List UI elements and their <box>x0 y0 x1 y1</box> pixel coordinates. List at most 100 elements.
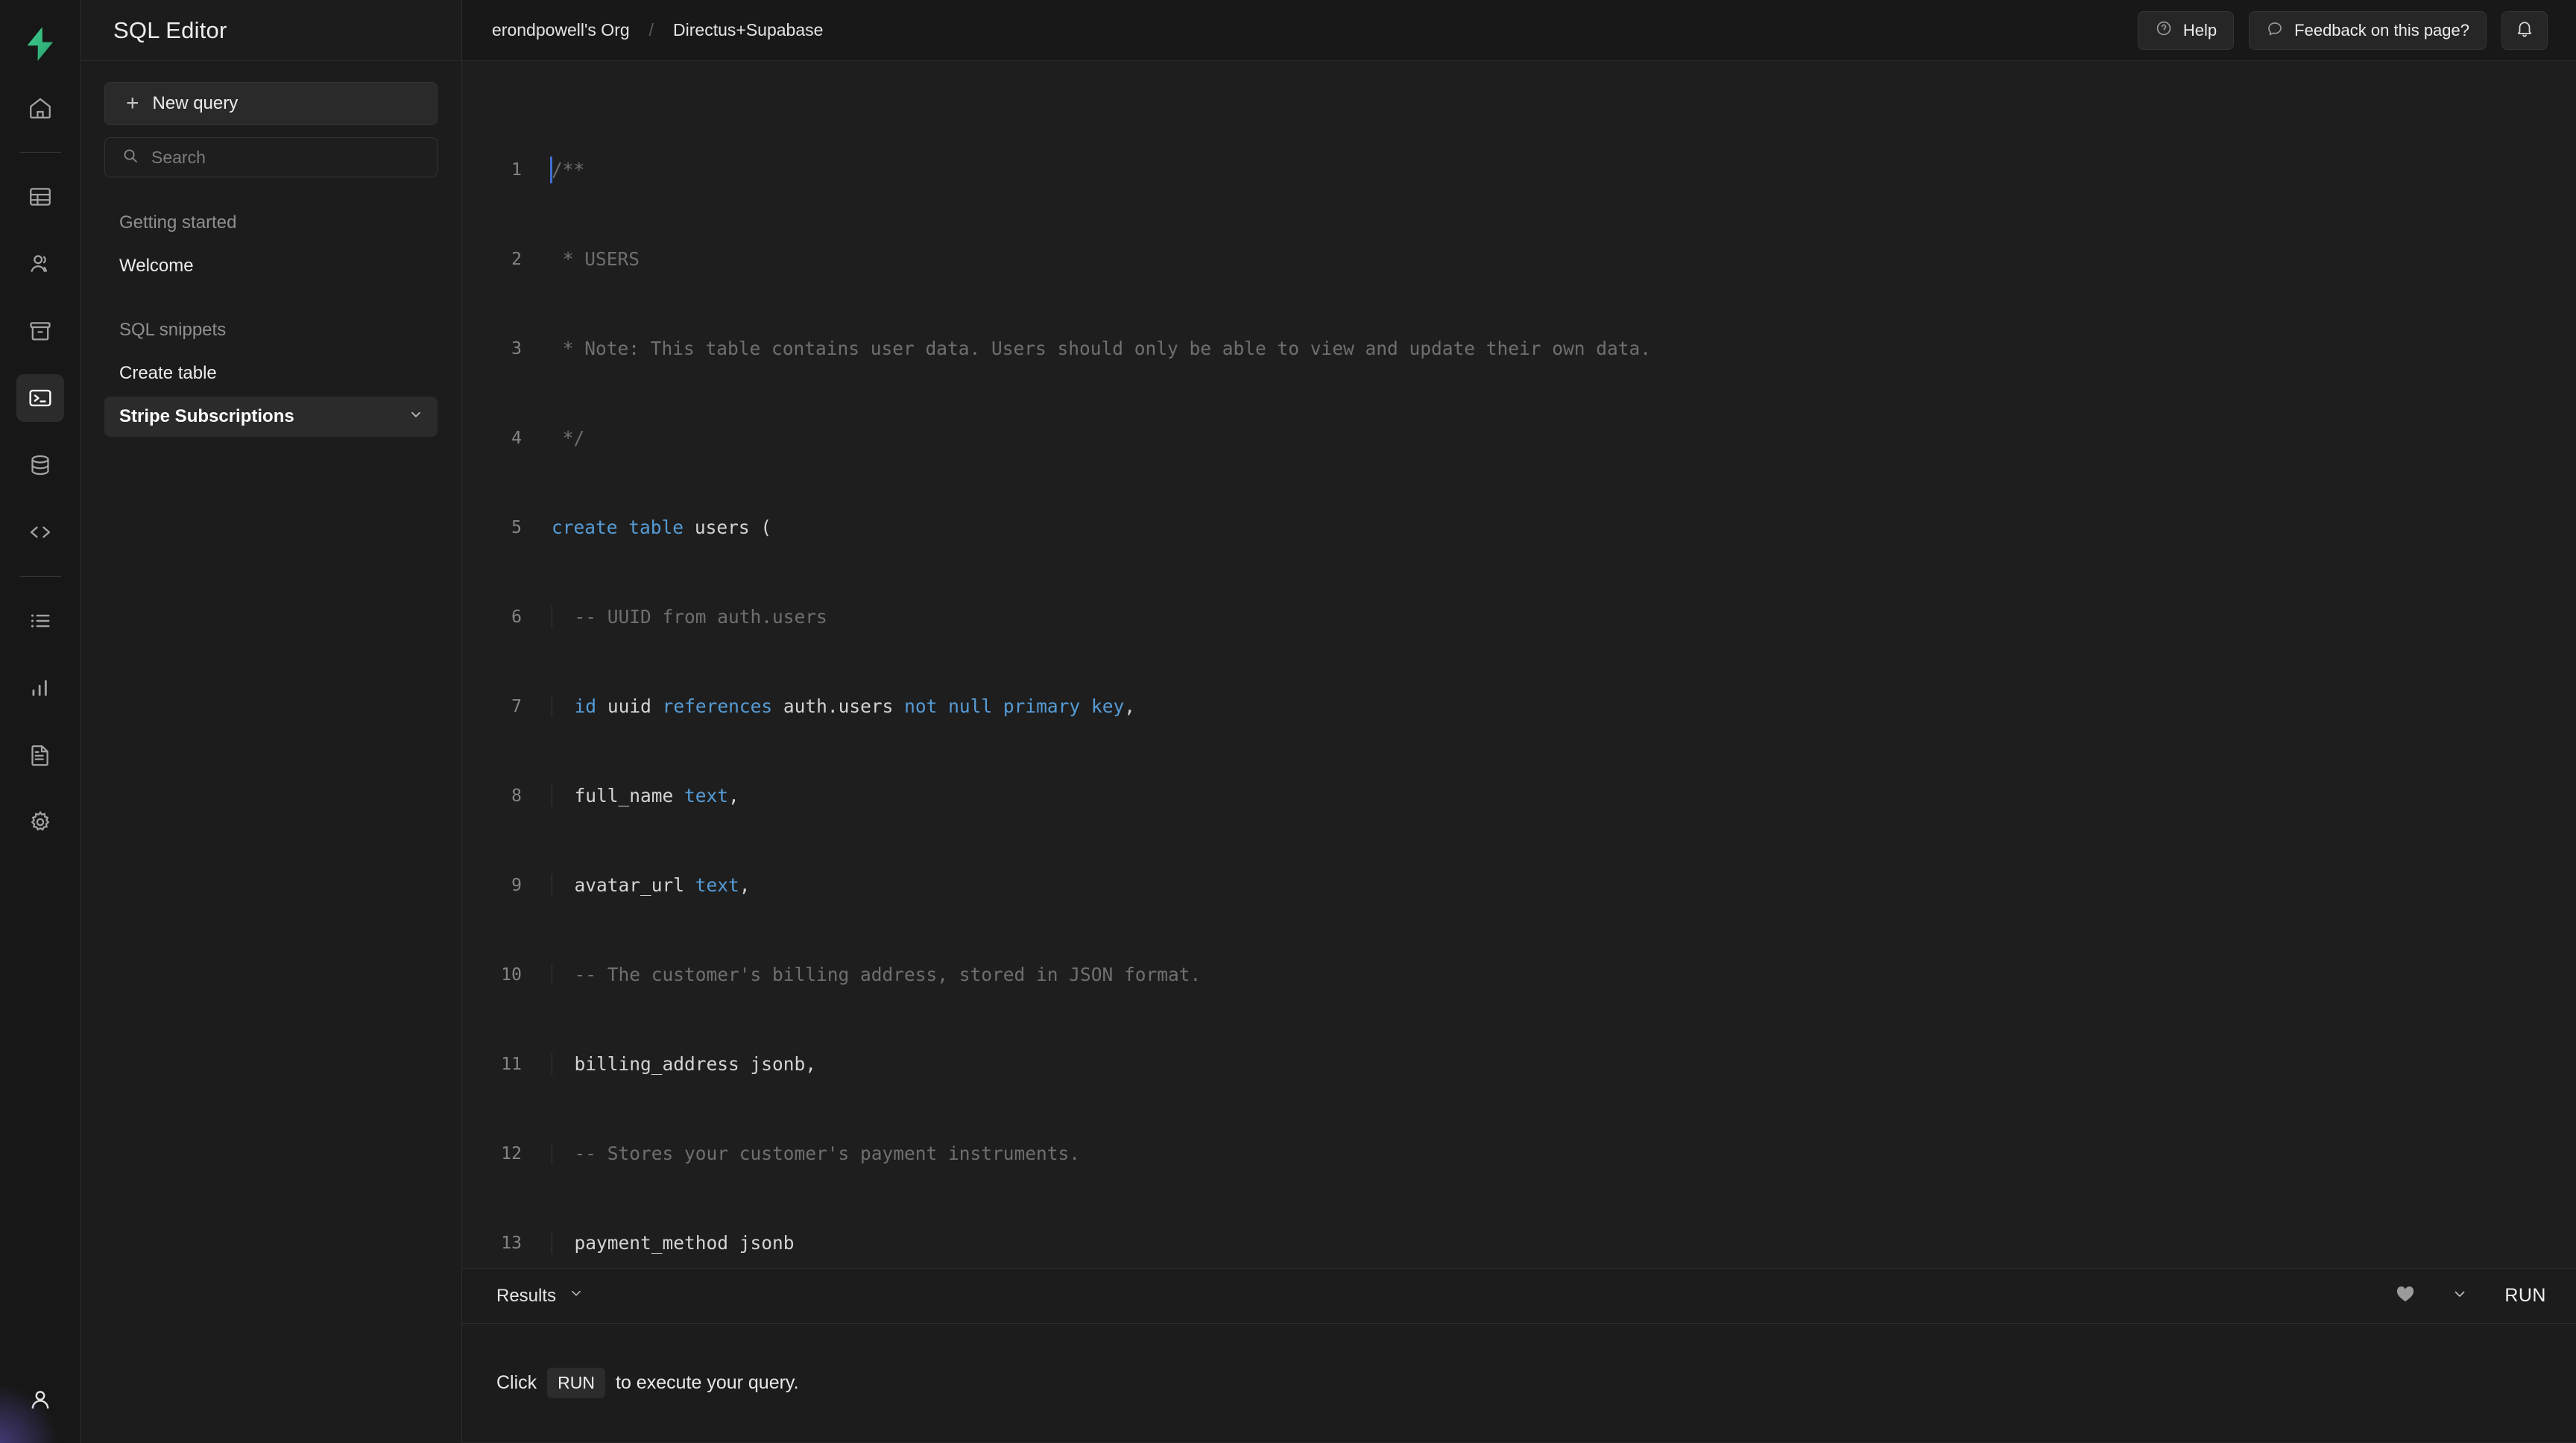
results-actions: RUN <box>2396 1285 2546 1307</box>
line-number: 2 <box>511 250 522 269</box>
rail-item-sql-editor[interactable] <box>16 374 64 422</box>
top-bar: erondpowell's Org / Directus+Supabase He… <box>462 0 2576 61</box>
search-placeholder: Search <box>151 147 206 167</box>
code-content: 1 /** 2 * USERS 3 * Note: This table cont… <box>462 61 2576 1268</box>
line-number: 5 <box>511 518 522 537</box>
line-number: 4 <box>511 429 522 448</box>
line-code: avatar_url text, <box>543 871 751 900</box>
sidebar-section-gap <box>104 289 438 310</box>
line-number: 8 <box>511 786 522 806</box>
code-line: 9 avatar_url text, <box>462 871 2576 900</box>
line-code: id uuid references auth.users not null p… <box>543 692 1135 722</box>
sidebar-item-create-table[interactable]: Create table <box>104 353 438 394</box>
code-line: 10 -- The customer's billing address, st… <box>462 960 2576 990</box>
code-line: 12 -- Stores your customer's payment ins… <box>462 1139 2576 1169</box>
rail-item-settings[interactable] <box>16 798 64 846</box>
feedback-button[interactable]: Feedback on this page? <box>2249 10 2487 50</box>
run-hint-suffix: to execute your query. <box>616 1372 799 1393</box>
code-line: 6 -- UUID from auth.users <box>462 602 2576 632</box>
rail-item-edge-functions[interactable] <box>16 597 64 645</box>
line-code: -- Stores your customer's payment instru… <box>543 1139 1080 1169</box>
main-area: erondpowell's Org / Directus+Supabase He… <box>462 0 2576 1443</box>
breadcrumb-org[interactable]: erondpowell's Org <box>492 20 630 40</box>
code-line: 8 full_name text, <box>462 781 2576 811</box>
notifications-button[interactable] <box>2501 10 2548 50</box>
rail-divider-top <box>19 152 61 153</box>
sidebar-item-label: Getting started <box>119 212 237 233</box>
rail-item-home[interactable] <box>16 84 64 132</box>
sidebar-item-getting-started[interactable]: Getting started <box>104 203 438 243</box>
run-options-chevron-down-icon[interactable] <box>2451 1285 2469 1307</box>
code-line: 4 */ <box>462 423 2576 453</box>
feedback-label: Feedback on this page? <box>2294 20 2469 40</box>
breadcrumb-project[interactable]: Directus+Supabase <box>673 20 823 40</box>
line-number: 13 <box>501 1234 522 1253</box>
chevron-down-icon[interactable] <box>568 1285 584 1307</box>
rail-divider-mid <box>19 576 61 577</box>
code-line: 7 id uuid references auth.users not null… <box>462 692 2576 722</box>
results-toggle[interactable]: Results <box>496 1285 584 1307</box>
rail-item-database[interactable] <box>16 441 64 489</box>
rail-item-reports[interactable] <box>16 664 64 712</box>
line-code: */ <box>552 427 585 449</box>
line-number: 6 <box>511 607 522 627</box>
rail-item-authentication[interactable] <box>16 240 64 288</box>
sidebar-item-sql-snippets[interactable]: SQL snippets <box>104 310 438 350</box>
code-line: 1 /** <box>462 155 2576 185</box>
line-number: 11 <box>501 1055 522 1074</box>
rail-item-account[interactable] <box>16 1376 64 1424</box>
line-code: full_name text, <box>543 781 739 811</box>
sql-code-editor[interactable]: 1 /** 2 * USERS 3 * Note: This table cont… <box>462 61 2576 1268</box>
code-line: 11 billing_address jsonb, <box>462 1049 2576 1079</box>
line-number: 3 <box>511 339 522 359</box>
plus-icon: + <box>126 91 139 116</box>
sidebar-item-label: Create table <box>119 363 217 383</box>
search-icon <box>121 147 139 168</box>
run-button[interactable]: RUN <box>2504 1285 2546 1307</box>
results-panel: Click RUN to execute your query. <box>462 1323 2576 1442</box>
sidebar-item-label: Welcome <box>119 256 194 276</box>
line-code: payment_method jsonb <box>543 1228 795 1258</box>
top-bar-actions: Help Feedback on this page? <box>2137 10 2548 50</box>
icon-rail <box>0 0 80 1443</box>
new-query-button[interactable]: + New query <box>104 82 438 125</box>
code-line: 3 * Note: This table contains user data.… <box>462 334 2576 364</box>
chevron-down-icon[interactable] <box>408 406 424 428</box>
sidebar-item-label: SQL snippets <box>119 320 227 340</box>
rail-item-api[interactable] <box>16 508 64 556</box>
breadcrumb-separator: / <box>648 20 654 40</box>
bell-icon <box>2515 19 2534 42</box>
line-number: 9 <box>511 876 522 895</box>
line-code: /** <box>543 155 584 185</box>
sidebar-item-label: Stripe Subscriptions <box>119 406 294 426</box>
rail-item-table-editor[interactable] <box>16 173 64 221</box>
breadcrumb: erondpowell's Org / Directus+Supabase <box>492 20 823 40</box>
line-number: 10 <box>501 965 522 985</box>
sidebar-item-stripe-subscriptions[interactable]: Stripe Subscriptions <box>104 397 438 437</box>
rail-item-logs[interactable] <box>16 731 64 779</box>
line-number: 7 <box>511 697 522 716</box>
page-title: SQL Editor <box>113 16 227 43</box>
code-line: 2 * USERS <box>462 244 2576 274</box>
line-code: create table users ( <box>552 517 772 538</box>
rail-item-storage[interactable] <box>16 307 64 355</box>
line-code: -- The customer's billing address, store… <box>543 960 1201 990</box>
sidebar-body: + New query Search Getting started Welco… <box>80 61 461 440</box>
help-label: Help <box>2182 20 2217 40</box>
new-query-label: New query <box>152 93 239 113</box>
heart-icon[interactable] <box>2396 1285 2415 1307</box>
run-hint-key: RUN <box>547 1368 606 1398</box>
sidebar-item-welcome[interactable]: Welcome <box>104 246 438 286</box>
line-code: billing_address jsonb, <box>543 1049 816 1079</box>
results-label: Results <box>496 1285 557 1306</box>
line-code: * Note: This table contains user data. U… <box>552 338 1652 359</box>
app-root: SQL Editor + New query Search Getting st… <box>0 0 2576 1443</box>
code-line: 5 create table users ( <box>462 513 2576 543</box>
line-number: 1 <box>511 160 522 180</box>
help-button[interactable]: Help <box>2137 10 2235 50</box>
supabase-bolt-logo[interactable] <box>0 13 80 75</box>
search-input[interactable]: Search <box>104 137 438 177</box>
line-code: -- UUID from auth.users <box>543 602 827 632</box>
line-number: 12 <box>501 1144 522 1163</box>
code-line: 13 payment_method jsonb <box>462 1228 2576 1258</box>
